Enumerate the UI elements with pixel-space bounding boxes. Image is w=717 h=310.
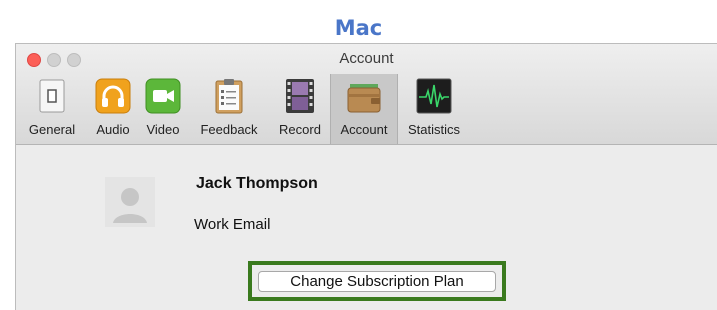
tab-general[interactable]: General (16, 74, 88, 144)
highlight-box: Change Subscription Plan (248, 261, 506, 301)
headphones-icon (95, 78, 131, 114)
clipboard-icon (215, 79, 243, 114)
change-subscription-plan-button[interactable]: Change Subscription Plan (258, 271, 496, 292)
waveform-icon (416, 78, 452, 114)
video-camera-icon (145, 78, 181, 114)
avatar (105, 177, 155, 227)
user-name: Jack Thompson (196, 175, 318, 192)
tab-label: Feedback (200, 122, 258, 137)
tab-audio[interactable]: Audio (88, 74, 138, 144)
tab-label: Record (279, 122, 321, 137)
user-silhouette-icon (113, 188, 147, 223)
tab-record[interactable]: Record (270, 74, 330, 144)
title-bar: Account General Audio Video Feedback Rec… (16, 44, 717, 145)
preferences-window: Account General Audio Video Feedback Rec… (15, 43, 717, 310)
user-email: Work Email (194, 216, 271, 233)
tab-label: Audio (96, 122, 130, 137)
switch-icon (39, 79, 65, 113)
tab-account[interactable]: Account (330, 74, 398, 144)
tab-label: General (28, 122, 76, 137)
tab-statistics[interactable]: Statistics (398, 74, 470, 144)
preferences-toolbar: General Audio Video Feedback Record Acco… (16, 74, 717, 144)
tab-label: Account (340, 122, 388, 137)
window-title: Account (339, 50, 394, 67)
tab-label: Video (146, 122, 180, 137)
film-icon (286, 79, 314, 113)
tab-label: Statistics (407, 122, 460, 137)
tab-video[interactable]: Video (138, 74, 188, 144)
wallet-icon (347, 84, 381, 113)
tab-feedback[interactable]: Feedback (188, 74, 270, 144)
platform-caption: Mac (334, 16, 383, 40)
account-panel: Jack Thompson Work Email Change Subscrip… (16, 145, 717, 310)
